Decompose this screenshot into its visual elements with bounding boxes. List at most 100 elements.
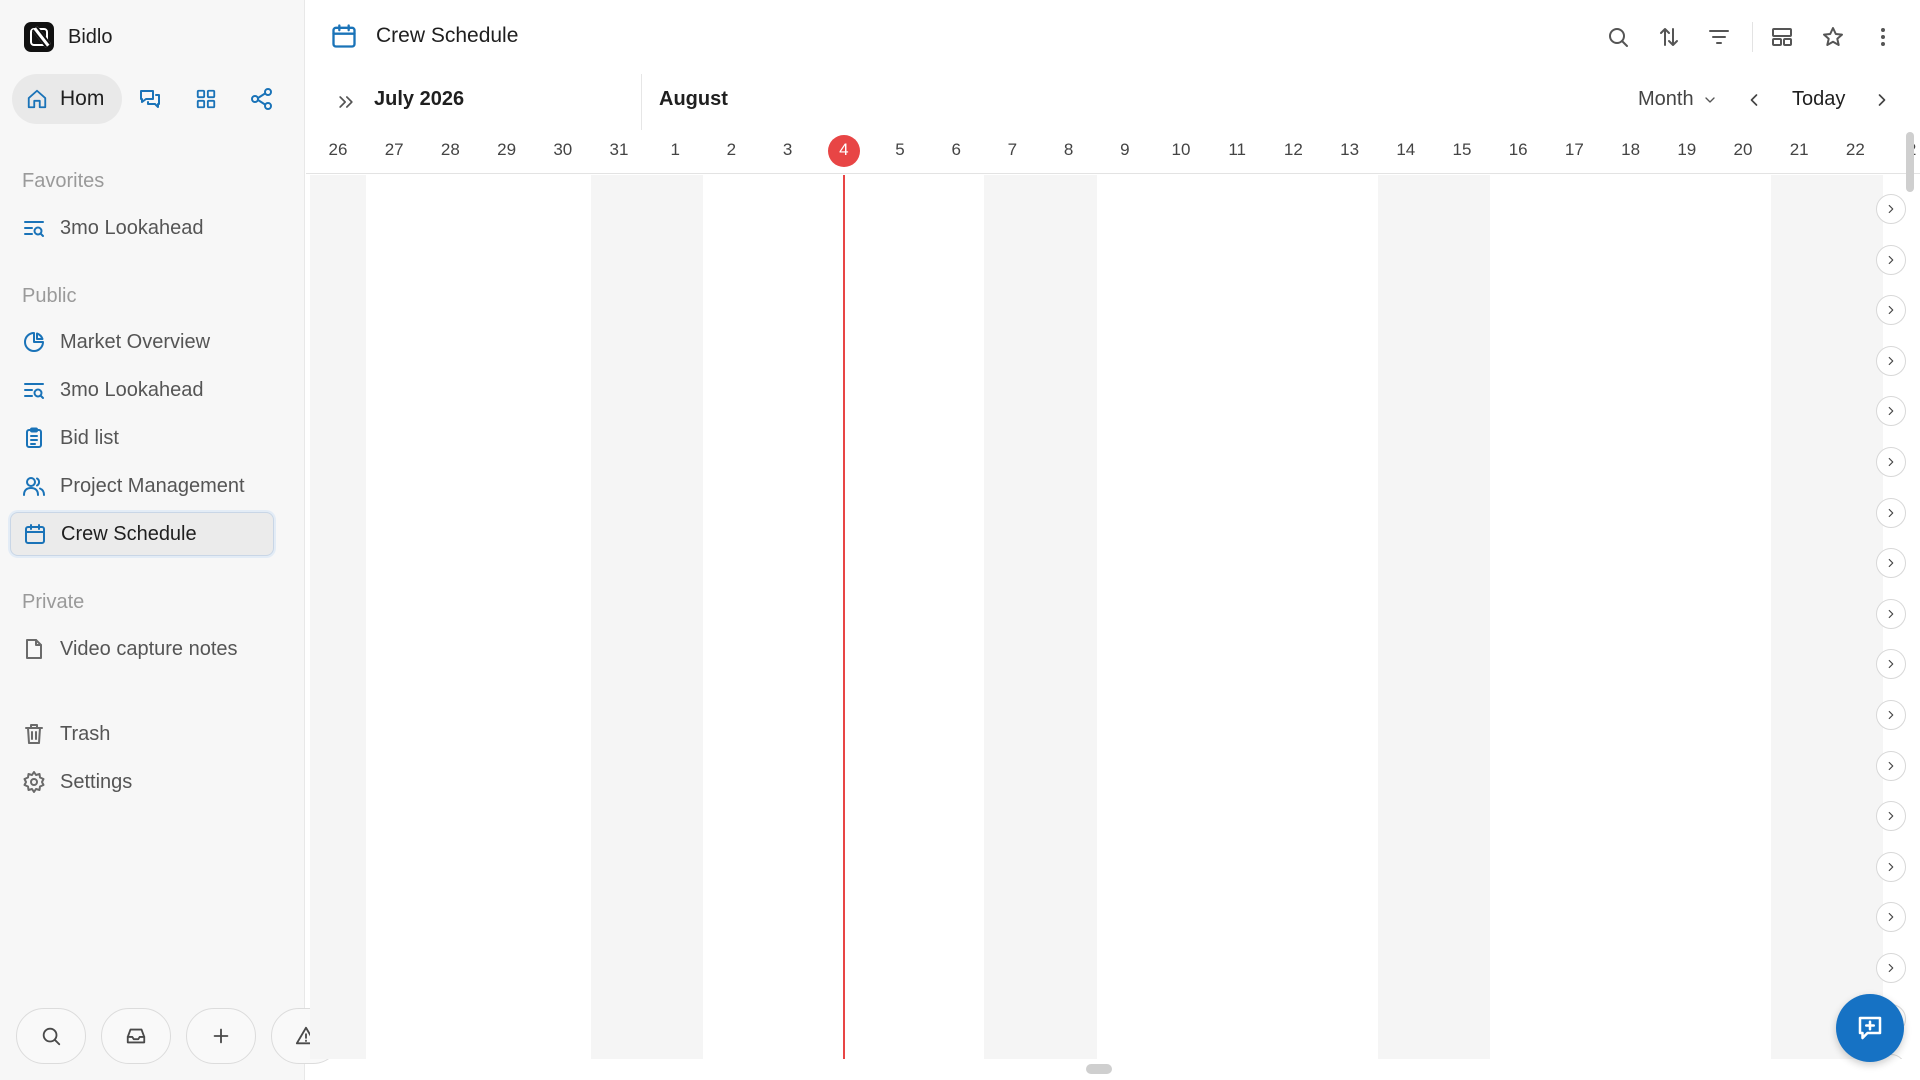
vertical-scrollbar[interactable] (1906, 132, 1914, 192)
inbox-button[interactable] (101, 1008, 171, 1064)
filter-button[interactable] (1704, 22, 1734, 52)
star-icon (1823, 27, 1843, 46)
sidebar-item-project-management[interactable]: Project Management (10, 464, 274, 508)
weekend-column (309, 175, 367, 1059)
day-label[interactable]: 3 (760, 140, 816, 160)
sidebar-item-3mo-lookahead[interactable]: 3mo Lookahead (10, 368, 274, 412)
favorites-heading: Favorites (22, 170, 105, 192)
day-label[interactable]: 26 (310, 140, 366, 160)
day-label[interactable]: 18 (1603, 140, 1659, 160)
pie-chart-icon (24, 332, 44, 352)
home-button[interactable]: Hom (12, 74, 123, 124)
lookahead-icon (24, 383, 44, 399)
row-expand-button[interactable] (1876, 548, 1906, 579)
day-label[interactable]: 6 (928, 140, 984, 160)
row-expand-button[interactable] (1876, 902, 1906, 933)
day-label[interactable]: 2 (703, 140, 759, 160)
sidebar-item-crew-schedule[interactable]: Crew Schedule (10, 512, 274, 556)
view-select[interactable]: Month (1638, 88, 1718, 111)
day-label[interactable]: 15 (1434, 140, 1490, 160)
day-label[interactable]: 7 (984, 140, 1040, 160)
sidebar-item-label: Bid list (60, 426, 119, 449)
chat-button[interactable] (122, 74, 178, 124)
chevron-right-icon (1888, 660, 1894, 669)
chevron-right-icon (1888, 407, 1894, 416)
day-label[interactable]: 14 (1378, 140, 1434, 160)
workspace-switcher[interactable]: Bidlo (24, 22, 112, 52)
row-expand-button[interactable] (1876, 396, 1906, 427)
day-label[interactable]: 5 (872, 140, 928, 160)
sidebar-item-trash[interactable]: Trash (10, 712, 274, 756)
sidebar-item-bid-list[interactable]: Bid list (10, 416, 274, 460)
row-expand-button[interactable] (1876, 345, 1906, 376)
next-period-button[interactable] (1872, 90, 1892, 115)
sort-button[interactable] (1654, 22, 1684, 52)
add-button[interactable] (186, 1008, 256, 1064)
more-button[interactable] (1868, 22, 1898, 52)
search-button[interactable] (16, 1008, 86, 1064)
day-label[interactable]: 22 (1827, 140, 1883, 160)
home-icon (27, 89, 47, 109)
share-nodes-icon (251, 88, 273, 110)
day-label[interactable]: 19 (1659, 140, 1715, 160)
weekend-column (1771, 175, 1884, 1059)
row-expand-button[interactable] (1876, 598, 1906, 629)
row-expand-button[interactable] (1876, 851, 1906, 882)
row-expand-button[interactable] (1876, 953, 1906, 983)
month-divider (641, 74, 642, 130)
clipboard-icon (26, 427, 42, 448)
day-label[interactable]: 29 (479, 140, 535, 160)
month-label-next: August (659, 88, 728, 110)
sidebar-item-label: Project Management (60, 474, 245, 497)
day-label[interactable]: 2 (1884, 140, 1920, 160)
day-label[interactable]: 9 (1097, 140, 1153, 160)
day-label[interactable]: 17 (1546, 140, 1602, 160)
day-label[interactable]: 27 (366, 140, 422, 160)
sidebar-item-market-overview[interactable]: Market Overview (10, 320, 274, 364)
bidlo-logo-icon (24, 22, 54, 52)
sidebar-item-settings[interactable]: Settings (10, 760, 274, 804)
day-label[interactable]: 28 (422, 140, 478, 160)
day-label[interactable]: 21 (1771, 140, 1827, 160)
sidebar-item-video-capture-notes[interactable]: Video capture notes (10, 627, 274, 671)
day-label[interactable]: 12 (1265, 140, 1321, 160)
workspace-name: Bidlo (68, 25, 113, 48)
integrations-button[interactable] (234, 74, 290, 124)
sidebar-item-label: Video capture notes (60, 637, 238, 660)
inbox-icon (126, 1028, 146, 1044)
favorite-button[interactable] (1818, 22, 1848, 52)
row-expand-button[interactable] (1876, 244, 1906, 275)
row-expand-button[interactable] (1876, 649, 1906, 680)
lookahead-icon (24, 221, 44, 237)
day-label[interactable]: 13 (1322, 140, 1378, 160)
new-message-button[interactable] (1836, 994, 1904, 1062)
day-label[interactable]: 8 (1041, 140, 1097, 160)
previous-period-button[interactable] (1744, 90, 1764, 115)
row-expand-button[interactable] (1876, 700, 1906, 730)
day-label[interactable]: 11 (1209, 140, 1265, 160)
row-expand-button[interactable] (1876, 194, 1906, 224)
today-button[interactable]: Today (1792, 88, 1845, 111)
sidebar-item-3mo-lookahead-favorite[interactable]: 3mo Lookahead (10, 206, 274, 250)
day-label[interactable]: 31 (591, 140, 647, 160)
row-expand-button[interactable] (1876, 447, 1906, 477)
sidebar: Bidlo Hom Favorites 3mo Lookahead Public… (0, 0, 341, 1080)
day-label[interactable]: 1 (647, 140, 703, 160)
horizontal-scrollbar[interactable] (1086, 1064, 1112, 1074)
sidebar-item-label: 3mo Lookahead (60, 216, 204, 239)
row-expand-button[interactable] (1876, 497, 1906, 528)
row-expand-button[interactable] (1876, 295, 1906, 326)
search-button[interactable] (1603, 22, 1633, 52)
day-label-today[interactable]: 4 (816, 140, 872, 160)
chevron-right-icon (1888, 913, 1894, 922)
day-label[interactable]: 10 (1153, 140, 1209, 160)
day-label[interactable]: 20 (1715, 140, 1771, 160)
day-label[interactable]: 30 (535, 140, 591, 160)
apps-button[interactable] (178, 74, 234, 124)
expand-panel-button[interactable] (336, 92, 356, 118)
row-expand-button[interactable] (1876, 750, 1906, 781)
day-label[interactable]: 16 (1490, 140, 1546, 160)
layout-button[interactable] (1767, 22, 1797, 52)
row-expand-button[interactable] (1876, 801, 1906, 832)
plus-icon (213, 1028, 229, 1044)
